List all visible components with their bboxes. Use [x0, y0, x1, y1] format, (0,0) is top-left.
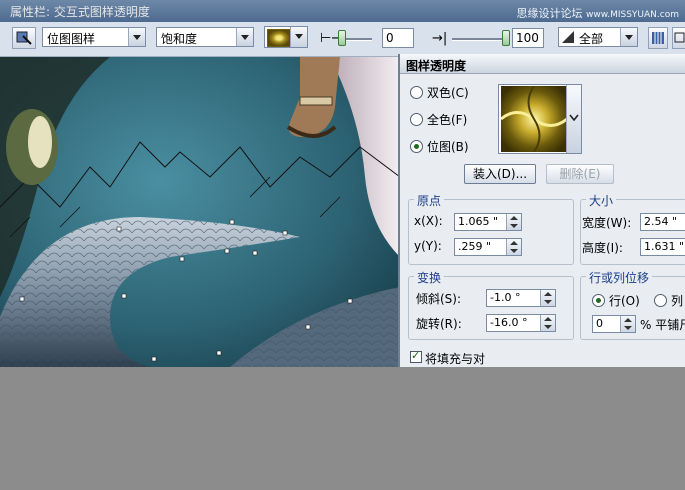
end-slider-track[interactable] — [452, 38, 508, 41]
size-width-label: 宽度(W): — [582, 216, 632, 230]
origin-x-value: 1.065 " — [458, 215, 499, 228]
transform-fill-label: 将填充与对 — [425, 352, 486, 366]
radio-full-color[interactable]: 全色(F) — [410, 111, 467, 128]
canvas-illustration — [0, 57, 400, 367]
spin-arrows-icon[interactable] — [506, 239, 521, 255]
radio-indicator[interactable] — [410, 86, 423, 99]
chevron-down-glyph — [569, 114, 579, 122]
radio-indicator[interactable] — [592, 294, 605, 307]
rotate-value: -16.0 ° — [490, 316, 528, 329]
property-bar: 位图图样 饱和度 ⊢→ 0 →| 100 全部 — [0, 22, 685, 57]
target-select[interactable]: 全部 — [558, 27, 638, 47]
size-height-input[interactable]: 1.631 " — [640, 238, 685, 256]
chevron-down-icon[interactable] — [236, 28, 253, 46]
offset-value: 0 — [596, 317, 603, 330]
merge-mode-value: 饱和度 — [161, 32, 198, 46]
radio-label: 位图(B) — [427, 140, 469, 154]
merge-mode-select[interactable]: 饱和度 — [156, 27, 254, 47]
radio-row-offset[interactable]: 行(O) — [592, 292, 640, 309]
pattern-preview-picker[interactable] — [498, 84, 582, 154]
radio-label: 列 — [671, 294, 684, 308]
offset-unit-label: % 平铺尺 — [640, 318, 685, 332]
docker-title: 图样透明度 — [400, 54, 685, 74]
watermark-text: 思缘设计论坛 — [516, 7, 583, 20]
pattern-picker[interactable] — [264, 26, 308, 48]
rotate-input[interactable]: -16.0 ° — [486, 314, 556, 332]
load-pattern-button[interactable]: 装入(D)... — [464, 164, 536, 184]
edit-transparency-button[interactable] — [12, 27, 36, 49]
origin-y-value: .259 " — [458, 240, 492, 253]
pattern-transparency-docker: 图样透明度 双色(C) 全色(F) 位图(B) 装入(D)... 删除(E) 原… — [398, 54, 685, 367]
offset-input[interactable]: 0 — [592, 315, 636, 333]
size-height-value: 1.631 " — [644, 240, 685, 253]
pattern-type-select[interactable]: 位图图样 — [42, 27, 146, 47]
origin-x-input[interactable]: 1.065 " — [454, 213, 522, 231]
end-value-input[interactable]: 100 — [512, 28, 544, 48]
copy-transparency-button[interactable] — [672, 27, 685, 49]
pattern-swatch — [267, 29, 291, 47]
chevron-down-icon[interactable] — [566, 85, 581, 153]
drawing-canvas[interactable] — [0, 57, 400, 367]
spin-arrows-icon[interactable] — [506, 214, 521, 230]
pattern-type-value: 位图图样 — [47, 32, 96, 46]
freeze-icon — [652, 32, 664, 44]
workspace-background — [0, 367, 685, 490]
radio-indicator[interactable] — [410, 113, 423, 126]
chevron-down-icon[interactable] — [128, 28, 145, 46]
origin-y-label: y(Y): — [414, 239, 442, 253]
spin-arrows-icon[interactable] — [620, 316, 635, 332]
origin-title: 原点 — [414, 192, 445, 209]
size-width-value: 2.54 " — [644, 215, 678, 228]
skew-value: -1.0 ° — [490, 291, 521, 304]
rotate-label: 旋转(R): — [416, 317, 462, 331]
watermark: 思缘设计论坛 www.MISSYUAN.com — [516, 5, 679, 21]
watermark-url: www.MISSYUAN.com — [585, 10, 679, 20]
transform-title: 变换 — [414, 269, 445, 286]
window-title: 属性栏: 交互式图样透明度 — [10, 5, 150, 19]
skew-input[interactable]: -1.0 ° — [486, 289, 556, 307]
edit-transparency-icon — [16, 31, 32, 45]
radio-label: 全色(F) — [427, 113, 468, 127]
chevron-down-icon[interactable] — [620, 28, 637, 46]
delete-pattern-button[interactable]: 删除(E) — [546, 164, 614, 184]
radio-indicator[interactable] — [410, 140, 423, 153]
target-icon — [562, 31, 574, 43]
transform-fill-checkbox[interactable] — [410, 349, 422, 363]
pattern-preview-image — [501, 86, 567, 152]
origin-y-input[interactable]: .259 " — [454, 238, 522, 256]
spin-arrows-icon[interactable] — [540, 315, 555, 331]
radio-indicator[interactable] — [654, 294, 667, 307]
radio-label: 行(O) — [609, 294, 640, 308]
end-slider-handle[interactable] — [502, 30, 510, 46]
skew-label: 倾斜(S): — [416, 292, 462, 306]
end-transparency-icon: →| — [432, 31, 448, 46]
size-height-label: 高度(I): — [582, 241, 623, 255]
start-slider-handle[interactable] — [338, 30, 346, 46]
radio-label: 双色(C) — [427, 86, 469, 100]
copy-icon — [674, 32, 685, 43]
chevron-down-icon[interactable] — [290, 27, 307, 47]
target-value: 全部 — [579, 32, 604, 46]
freeze-button[interactable] — [648, 27, 668, 49]
offset-title: 行或列位移 — [586, 269, 653, 286]
size-title: 大小 — [586, 192, 617, 209]
spin-arrows-icon[interactable] — [540, 290, 555, 306]
title-bar: 属性栏: 交互式图样透明度 思缘设计论坛 www.MISSYUAN.com — [0, 0, 685, 22]
size-width-input[interactable]: 2.54 " — [640, 213, 685, 231]
radio-column-offset[interactable]: 列 — [654, 292, 683, 309]
radio-bitmap[interactable]: 位图(B) — [410, 138, 469, 155]
origin-x-label: x(X): — [414, 214, 443, 228]
radio-two-color[interactable]: 双色(C) — [410, 84, 469, 101]
start-value-input[interactable]: 0 — [382, 28, 414, 48]
